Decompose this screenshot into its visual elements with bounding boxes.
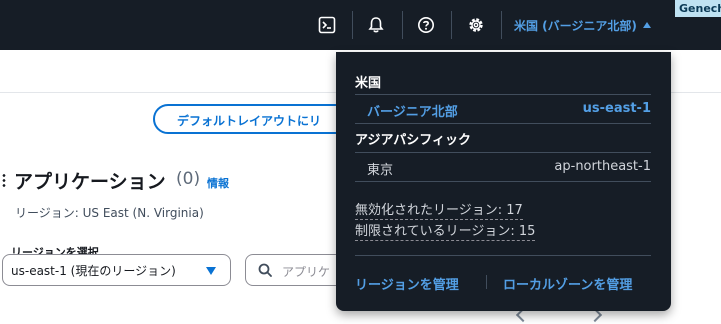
manage-regions-link[interactable]: リージョンを管理 bbox=[355, 274, 459, 293]
region-select[interactable]: us-east-1 (現在のリージョン) bbox=[2, 254, 231, 286]
dropdown-divider bbox=[355, 123, 651, 124]
top-navigation: 米国 (バージニア北部) Genech bbox=[0, 0, 721, 50]
search-placeholder: アプリケ bbox=[282, 265, 331, 279]
caret-up-icon bbox=[642, 22, 651, 28]
nav-separator bbox=[451, 11, 452, 39]
dropdown-divider bbox=[355, 181, 651, 182]
region-option-ap-northeast-1[interactable]: 東京 ap-northeast-1 bbox=[355, 152, 651, 180]
region-selector-label: 米国 (バージニア北部) bbox=[514, 18, 637, 33]
bell-icon[interactable] bbox=[363, 12, 389, 38]
footer-separator bbox=[486, 275, 487, 289]
console-page: デフォルトレイアウトにリ アプリケーション (0) 情報 リージョン: US E… bbox=[0, 0, 721, 324]
account-menu[interactable]: Genech bbox=[675, 0, 721, 17]
manage-local-zones-link[interactable]: ローカルゾーンを管理 bbox=[503, 274, 632, 293]
region-group-title: 米国 bbox=[355, 76, 382, 91]
nav-separator bbox=[352, 11, 353, 39]
page-title: アプリケーション bbox=[14, 171, 166, 193]
dropdown-divider bbox=[355, 255, 651, 256]
region-dropdown: 米国 バージニア北部 us-east-1 アジアパシフィック 東京 ap-nor… bbox=[336, 52, 671, 311]
search-icon bbox=[258, 263, 272, 277]
region-group-title: アジアパシフィック bbox=[355, 133, 471, 148]
region-option-name: バージニア北部 bbox=[367, 105, 458, 120]
info-link[interactable]: 情報 bbox=[207, 175, 229, 191]
restricted-regions-link[interactable]: 制限されているリージョン: 15 bbox=[355, 220, 536, 241]
nav-separator bbox=[501, 11, 502, 39]
gear-icon[interactable] bbox=[463, 12, 489, 38]
region-select-value: us-east-1 (現在のリージョン) bbox=[11, 264, 176, 278]
cloudshell-icon[interactable] bbox=[314, 12, 340, 38]
default-layout-button[interactable]: デフォルトレイアウトにリ bbox=[153, 104, 353, 134]
region-option-name: 東京 bbox=[367, 163, 394, 178]
region-option-us-east-1[interactable]: バージニア北部 us-east-1 bbox=[355, 94, 651, 122]
region-option-code: us-east-1 bbox=[582, 101, 651, 116]
region-selector-button[interactable]: 米国 (バージニア北部) bbox=[514, 14, 651, 36]
drag-handle-icon[interactable] bbox=[2, 173, 6, 189]
help-icon[interactable] bbox=[413, 12, 439, 38]
app-count: (0) bbox=[176, 169, 201, 189]
caret-down-icon bbox=[206, 267, 216, 275]
region-caption: リージョン: US East (N. Virginia) bbox=[15, 206, 204, 220]
region-option-code: ap-northeast-1 bbox=[554, 159, 651, 174]
disabled-regions-link[interactable]: 無効化されたリージョン: 17 bbox=[355, 199, 523, 220]
nav-separator bbox=[402, 11, 403, 39]
